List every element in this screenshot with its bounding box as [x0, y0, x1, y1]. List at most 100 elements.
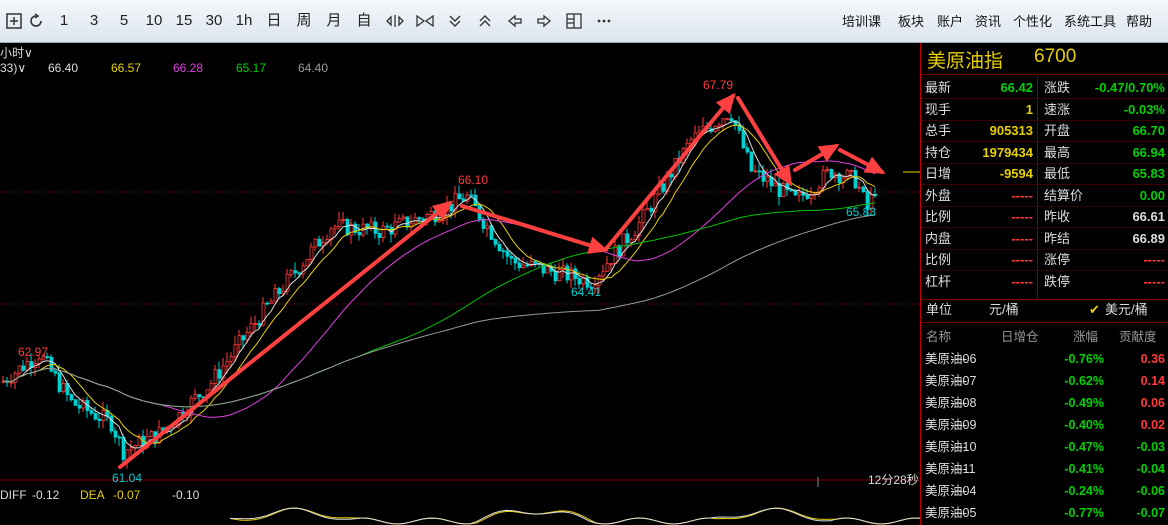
contract-row[interactable]: 美原油05 ---- -0.77% -0.07	[921, 502, 1168, 524]
quote-label: 比例	[925, 252, 952, 267]
quote-panel: 美原油指 6700 最新 66.42 涨跌 -0.47/0.70% 现手 1 速涨 -0.03…	[920, 43, 1168, 525]
period-30-button[interactable]: 30	[202, 10, 226, 32]
quote-label[interactable]: 结算价	[1044, 185, 1083, 207]
refresh-icon[interactable]	[24, 10, 48, 32]
period-15-button[interactable]: 15	[172, 10, 196, 32]
menu-system-tools[interactable]: 系统工具	[1064, 12, 1116, 32]
divider	[921, 322, 1168, 323]
quote-value: -----	[1011, 230, 1033, 246]
candle	[237, 335, 242, 346]
menu-sector[interactable]: 板块	[898, 12, 924, 32]
candle	[509, 255, 514, 259]
candle	[513, 257, 518, 264]
candle	[17, 365, 22, 374]
candle	[57, 372, 62, 392]
candle	[605, 263, 610, 272]
contract-contribution: 0.02	[1140, 418, 1165, 432]
period-month-button[interactable]: 月	[322, 10, 346, 32]
period-day-button[interactable]: 日	[262, 10, 286, 32]
candle	[377, 233, 382, 238]
double-chevron-up-icon[interactable]	[473, 10, 497, 32]
candle	[297, 272, 302, 275]
menu-training[interactable]: 培训课	[842, 12, 881, 32]
candle	[825, 169, 830, 171]
quote-row: 杠杆 ----- 跌停 -----	[921, 271, 1168, 293]
kline-chart-canvas	[0, 92, 920, 525]
ma1-line	[2, 121, 876, 449]
menu-help[interactable]: 帮助	[1126, 12, 1152, 32]
contract-inc: ----	[950, 440, 967, 454]
contract-row[interactable]: 美原油06 ---- -0.76% 0.36	[921, 348, 1168, 370]
contract-row[interactable]: 美原油11 ---- -0.41% -0.04	[921, 458, 1168, 480]
period-custom-button[interactable]: 自	[352, 10, 376, 32]
candle	[649, 208, 654, 212]
contract-change: -0.62%	[1064, 374, 1104, 388]
period-5-button[interactable]: 5	[112, 10, 136, 32]
period-1-button[interactable]: 1	[52, 10, 76, 32]
candle	[525, 264, 530, 267]
col-chg[interactable]: 涨幅	[1073, 326, 1098, 348]
candle	[753, 170, 758, 173]
candle	[609, 263, 614, 265]
toolbar: 1 3 5 10 15 30 1h 日 周 月 自 培训课 板块 账户 资讯 个…	[0, 0, 1168, 43]
trend-arrow	[603, 94, 735, 252]
contract-row[interactable]: 美原油04 ---- -0.24% -0.06	[921, 480, 1168, 502]
period-3-button[interactable]: 3	[82, 10, 106, 32]
period-week-button[interactable]: 周	[292, 10, 316, 32]
double-chevron-down-icon[interactable]	[443, 10, 467, 32]
macd-dea-label: DEA	[80, 488, 105, 502]
left-high-price-label: 62.97	[18, 345, 49, 359]
ma-prefix[interactable]: 33)∨	[0, 61, 26, 75]
macd-curves	[229, 477, 920, 525]
moving-averages	[2, 121, 876, 449]
high-price-label: 67.79	[703, 78, 734, 92]
more-icon[interactable]	[592, 10, 616, 32]
menu-personalize[interactable]: 个性化	[1013, 12, 1052, 32]
contract-row[interactable]: 美原油08 ---- -0.49% 0.06	[921, 392, 1168, 414]
menu-account[interactable]: 账户	[937, 12, 963, 32]
candle	[725, 118, 730, 121]
expand-horizontal-icon[interactable]	[383, 10, 407, 32]
quote-label: 最低	[1044, 166, 1071, 181]
kline-chart[interactable]: 小时∨ 33)∨ 66.40 66.57 66.28 65.17 64.40 6…	[0, 43, 920, 525]
candle	[429, 211, 434, 215]
contract-inc: ----	[950, 374, 967, 388]
contract-inc: ----	[950, 484, 967, 498]
candle	[785, 183, 790, 191]
col-contrib[interactable]: 贡献度	[1119, 326, 1157, 348]
period-1h-button[interactable]: 1h	[232, 10, 256, 32]
quote-value: 0.00	[1139, 187, 1165, 203]
candle	[213, 369, 218, 384]
quote-value: -----	[1011, 187, 1033, 203]
candle	[517, 262, 522, 269]
contract-row[interactable]: 美原油07 ---- -0.62% 0.14	[921, 370, 1168, 392]
period-10-button[interactable]: 10	[142, 10, 166, 32]
trend-arrows	[118, 92, 886, 469]
quote-row: 比例 ----- 涨停 -----	[921, 249, 1168, 271]
arrow-right-icon[interactable]	[532, 10, 556, 32]
unit-usd-option[interactable]: 美元/桶	[1105, 299, 1148, 321]
zoom-in-icon[interactable]	[2, 10, 26, 32]
col-name[interactable]: 名称	[926, 326, 951, 348]
candle	[849, 169, 854, 172]
arrow-left-icon[interactable]	[503, 10, 527, 32]
contract-contribution: 0.36	[1140, 352, 1165, 366]
candle	[357, 232, 362, 236]
candle	[625, 233, 630, 244]
candle	[89, 410, 94, 414]
candle	[741, 129, 746, 149]
quote-row: 现手 1 速涨 -0.03%	[921, 99, 1168, 121]
menu-news[interactable]: 资讯	[975, 12, 1001, 32]
layout-grid-icon[interactable]	[562, 10, 586, 32]
quote-value: -9594	[999, 166, 1033, 181]
col-inc[interactable]: 日增仓	[1001, 326, 1039, 348]
compress-horizontal-icon[interactable]	[413, 10, 437, 32]
contract-row[interactable]: 美原油09 ---- -0.40% 0.02	[921, 414, 1168, 436]
candle	[113, 430, 118, 438]
contract-row[interactable]: 美原油10 ---- -0.47% -0.03	[921, 436, 1168, 458]
candle	[289, 270, 294, 275]
period-selector[interactable]: 小时∨	[0, 44, 33, 61]
unit-cny-option[interactable]: 元/桶	[989, 299, 1019, 321]
candle	[641, 209, 646, 223]
quote-label: 最高	[1044, 144, 1071, 160]
